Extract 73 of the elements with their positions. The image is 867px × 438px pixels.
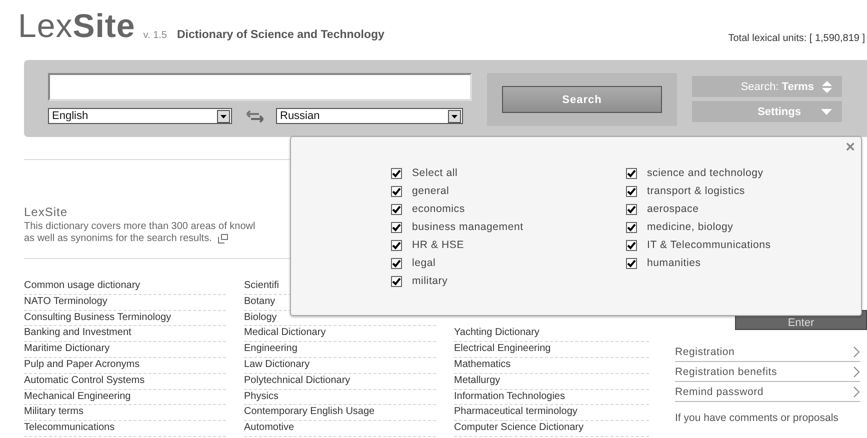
about-text: as well as synonims for the search results.: [24, 233, 212, 245]
account-link[interactable]: Registration benefits: [675, 362, 860, 382]
option-label: Select all: [412, 167, 458, 179]
account-link[interactable]: Remind password: [675, 382, 860, 402]
chevron-right-icon: [853, 366, 860, 378]
total-units-label: Total lexical units: [ 1,590,819 ]: [728, 33, 866, 44]
checkbox[interactable]: [626, 186, 637, 196]
checkbox[interactable]: [391, 222, 402, 232]
option-label: medicine, biology: [647, 221, 734, 233]
checkbox[interactable]: [391, 258, 402, 268]
up-down-arrows-icon: [822, 80, 832, 92]
dictionary-link[interactable]: Engineering: [244, 342, 436, 358]
dictionary-link[interactable]: NATO Terminology: [24, 294, 226, 311]
option-label: general: [412, 185, 450, 197]
dictionary-link[interactable]: Pulp and Paper Acronyms: [24, 358, 226, 374]
checkbox[interactable]: [391, 240, 402, 250]
site-logo[interactable]: LexSite: [18, 9, 136, 42]
search-field[interactable]: [48, 73, 472, 101]
chevron-right-icon: [853, 346, 860, 358]
external-link-icon: [218, 234, 228, 244]
checkbox[interactable]: [626, 222, 637, 232]
dictionary-link[interactable]: Polytechnical Dictionary: [244, 374, 436, 390]
checkbox[interactable]: [626, 168, 637, 178]
dictionary-link[interactable]: Metallurgy: [454, 374, 649, 390]
checkbox[interactable]: [626, 258, 637, 268]
account-link[interactable]: Registration: [675, 342, 860, 362]
version-label: v. 1.5: [143, 30, 167, 41]
about-title: LexSite: [24, 205, 68, 219]
language-select[interactable]: English: [48, 108, 232, 124]
option-label: IT & Telecommunications: [647, 239, 771, 251]
dictionary-link[interactable]: Banking and Investment: [24, 326, 226, 342]
dictionary-link[interactable]: Physics: [244, 390, 436, 406]
about-text: This dictionary covers more than 300 areas of knowl: [24, 221, 256, 233]
chevron-right-icon: [853, 386, 860, 398]
dictionary-link[interactable]: Yachting Dictionary: [454, 326, 649, 342]
checkbox[interactable]: [626, 204, 637, 214]
dictionary-link[interactable]: Consulting Business Terminology: [24, 310, 226, 326]
dictionary-link[interactable]: Automotive: [244, 421, 436, 437]
option-label: science and technology: [647, 167, 764, 179]
dictionary-link[interactable]: Automatic Control Systems: [24, 374, 226, 390]
option-label: legal: [412, 257, 436, 269]
contact-note: If you have comments or proposals: [675, 412, 840, 424]
checkbox[interactable]: [391, 168, 402, 178]
caret-icon: [217, 110, 230, 122]
option-label: HR & HSE: [412, 239, 464, 251]
checkbox[interactable]: [391, 204, 402, 214]
option-label: military: [412, 275, 448, 287]
dictionary-link[interactable]: Law Dictionary: [244, 358, 436, 374]
dictionary-link[interactable]: Information Technologies: [454, 390, 649, 406]
dictionary-link[interactable]: Mechanical Engineering: [24, 390, 226, 406]
language-select[interactable]: Russian: [276, 108, 463, 124]
option-label: economics: [412, 203, 465, 215]
dictionary-link[interactable]: Computer Science Dictionary: [454, 421, 649, 437]
checkbox[interactable]: [391, 186, 402, 196]
option-label: aerospace: [647, 203, 699, 215]
dictionary-link[interactable]: Contemporary English Usage: [244, 405, 436, 422]
dictionary-link[interactable]: Pharmaceutical terminology: [454, 405, 649, 422]
dictionary-link[interactable]: Maritime Dictionary: [24, 342, 226, 358]
checkbox[interactable]: [391, 276, 402, 286]
option-label: humanities: [647, 257, 701, 269]
dictionary-link[interactable]: Electrical Engineering: [454, 342, 649, 358]
caret-icon: [448, 110, 461, 122]
caret-icon: [821, 108, 832, 114]
dictionary-link[interactable]: Military terms: [24, 405, 226, 422]
checkbox[interactable]: [626, 240, 637, 250]
site-tagline: Dictionary of Science and Technology: [176, 29, 384, 41]
dictionary-link[interactable]: Mathematics: [454, 358, 649, 374]
dictionary-link[interactable]: Telecommunications: [24, 421, 226, 437]
option-label: business management: [412, 221, 524, 233]
option-label: transport & logistics: [647, 185, 745, 197]
dictionary-link[interactable]: Common usage dictionary: [24, 279, 226, 295]
dictionary-link[interactable]: Medical Dictionary: [244, 326, 436, 342]
swap-arrows-icon[interactable]: [246, 110, 264, 122]
